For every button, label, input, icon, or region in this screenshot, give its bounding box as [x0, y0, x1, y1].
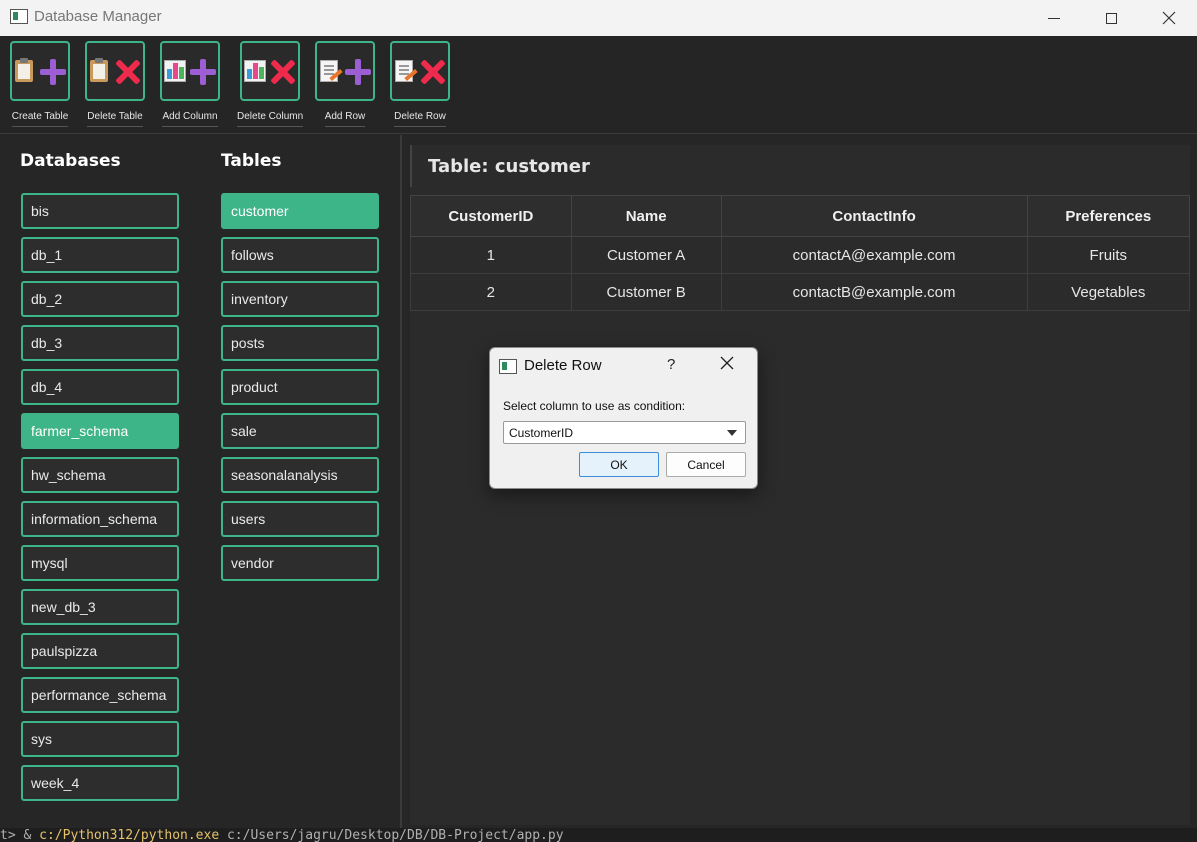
- add-column-tool: Add Column: [160, 41, 220, 127]
- delete-table-tool: Delete Table: [85, 41, 145, 127]
- delete-row-dialog: Delete Row ? Select column to use as con…: [489, 347, 758, 489]
- table-item-product[interactable]: product: [221, 369, 379, 405]
- toolbar: Create Table Delete Table Add Column Del…: [0, 36, 1197, 134]
- terminal-strip: t> & c:/Python312/python.exe c:/Users/ja…: [0, 828, 1197, 842]
- table-row[interactable]: 1 Customer A contactA@example.com Fruits: [410, 236, 1191, 274]
- delete-row-button[interactable]: [390, 41, 450, 101]
- table-cell[interactable]: Fruits: [1026, 236, 1191, 274]
- delete-column-label: Delete Column: [237, 111, 304, 127]
- app-icon: [499, 359, 517, 374]
- plus-icon: [345, 59, 371, 85]
- app-icon: [10, 9, 28, 24]
- delete-table-button[interactable]: [85, 41, 145, 101]
- panel-splitter[interactable]: [400, 135, 402, 835]
- dialog-title: Delete Row: [524, 357, 602, 374]
- terminal-prompt: t> &: [0, 828, 40, 842]
- add-row-label: Add Row: [324, 111, 366, 127]
- database-item-db-2[interactable]: db_2: [21, 281, 179, 317]
- table-item-vendor[interactable]: vendor: [221, 545, 379, 581]
- condition-prompt: Select column to use as condition:: [503, 399, 686, 413]
- chart-icon: [244, 60, 267, 82]
- add-column-label: Add Column: [162, 111, 218, 127]
- table-row[interactable]: 2 Customer B contactB@example.com Vegeta…: [410, 273, 1191, 311]
- column-header[interactable]: Preferences: [1026, 195, 1191, 237]
- minimize-icon: [1048, 17, 1060, 19]
- table-title: Table: customer: [410, 145, 590, 187]
- database-item-db-3[interactable]: db_3: [21, 325, 179, 361]
- maximize-button[interactable]: [1088, 0, 1134, 36]
- database-item-bis[interactable]: bis: [21, 193, 179, 229]
- column-header[interactable]: Name: [570, 195, 722, 237]
- database-item-performance-schema[interactable]: performance_schema: [21, 677, 179, 713]
- add-row-tool: Add Row: [315, 41, 375, 127]
- database-item-new-db-3[interactable]: new_db_3: [21, 589, 179, 625]
- clipboard-icon: [90, 58, 108, 82]
- window-title: Database Manager: [34, 8, 162, 25]
- database-item-information-schema[interactable]: information_schema: [21, 501, 179, 537]
- tables-heading: Tables: [221, 151, 282, 171]
- table-cell[interactable]: Customer A: [570, 236, 722, 274]
- add-column-button[interactable]: [160, 41, 220, 101]
- database-item-sys[interactable]: sys: [21, 721, 179, 757]
- clipboard-icon: [15, 58, 33, 82]
- table-cell[interactable]: contactB@example.com: [720, 273, 1028, 311]
- terminal-exe: c:/Python312/python.exe: [39, 828, 220, 842]
- header-row: CustomerID Name ContactInfo Preferences: [410, 195, 1191, 237]
- close-window-button[interactable]: [1146, 0, 1192, 36]
- ok-button[interactable]: OK: [579, 452, 659, 477]
- terminal-path: c:/Users/jagru/Desktop/DB/DB-Project/app…: [219, 828, 564, 842]
- table-cell[interactable]: Vegetables: [1026, 273, 1191, 311]
- database-item-mysql[interactable]: mysql: [21, 545, 179, 581]
- cancel-button[interactable]: Cancel: [666, 452, 746, 477]
- database-item-week-4[interactable]: week_4: [21, 765, 179, 801]
- help-button[interactable]: ?: [667, 356, 675, 373]
- create-table-tool: Create Table: [10, 41, 70, 127]
- add-row-button[interactable]: [315, 41, 375, 101]
- database-item-hw-schema[interactable]: hw_schema: [21, 457, 179, 493]
- delete-column-tool: Delete Column: [237, 41, 304, 127]
- table-item-follows[interactable]: follows: [221, 237, 379, 273]
- table-item-posts[interactable]: posts: [221, 325, 379, 361]
- column-select-value: CustomerID: [509, 425, 574, 440]
- database-item-farmer-schema[interactable]: farmer_schema: [21, 413, 179, 449]
- database-item-db-4[interactable]: db_4: [21, 369, 179, 405]
- close-icon: [1162, 11, 1176, 25]
- data-grid[interactable]: CustomerID Name ContactInfo Preferences …: [410, 195, 1191, 311]
- database-item-paulspizza[interactable]: paulspizza: [21, 633, 179, 669]
- chart-icon: [164, 60, 186, 82]
- plus-icon: [40, 59, 66, 85]
- delete-row-label: Delete Row: [394, 111, 446, 127]
- title-bar: Database Manager: [0, 0, 1197, 36]
- x-icon: [420, 59, 446, 85]
- x-icon: [270, 59, 296, 85]
- chevron-down-icon: [727, 430, 737, 436]
- create-table-button[interactable]: [10, 41, 70, 101]
- create-table-label: Create Table: [11, 111, 69, 127]
- minimize-button[interactable]: [1031, 0, 1077, 36]
- table-item-users[interactable]: users: [221, 501, 379, 537]
- maximize-icon: [1105, 12, 1117, 24]
- databases-heading: Databases: [20, 151, 121, 171]
- close-icon: [720, 356, 734, 370]
- table-cell[interactable]: 1: [410, 236, 572, 274]
- x-icon: [115, 59, 141, 85]
- table-item-sale[interactable]: sale: [221, 413, 379, 449]
- delete-row-tool: Delete Row: [390, 41, 450, 127]
- delete-table-label: Delete Table: [87, 111, 143, 127]
- database-item-db-1[interactable]: db_1: [21, 237, 179, 273]
- column-header[interactable]: CustomerID: [410, 195, 572, 237]
- column-select[interactable]: CustomerID: [503, 421, 746, 444]
- table-cell[interactable]: Customer B: [570, 273, 722, 311]
- table-item-customer[interactable]: customer: [221, 193, 379, 229]
- column-header[interactable]: ContactInfo: [720, 195, 1028, 237]
- table-cell[interactable]: contactA@example.com: [720, 236, 1028, 274]
- table-cell[interactable]: 2: [410, 273, 572, 311]
- dialog-close-button[interactable]: [720, 354, 734, 374]
- plus-icon: [190, 59, 216, 85]
- table-item-inventory[interactable]: inventory: [221, 281, 379, 317]
- delete-column-button[interactable]: [240, 41, 301, 101]
- table-item-seasonalanalysis[interactable]: seasonalanalysis: [221, 457, 379, 493]
